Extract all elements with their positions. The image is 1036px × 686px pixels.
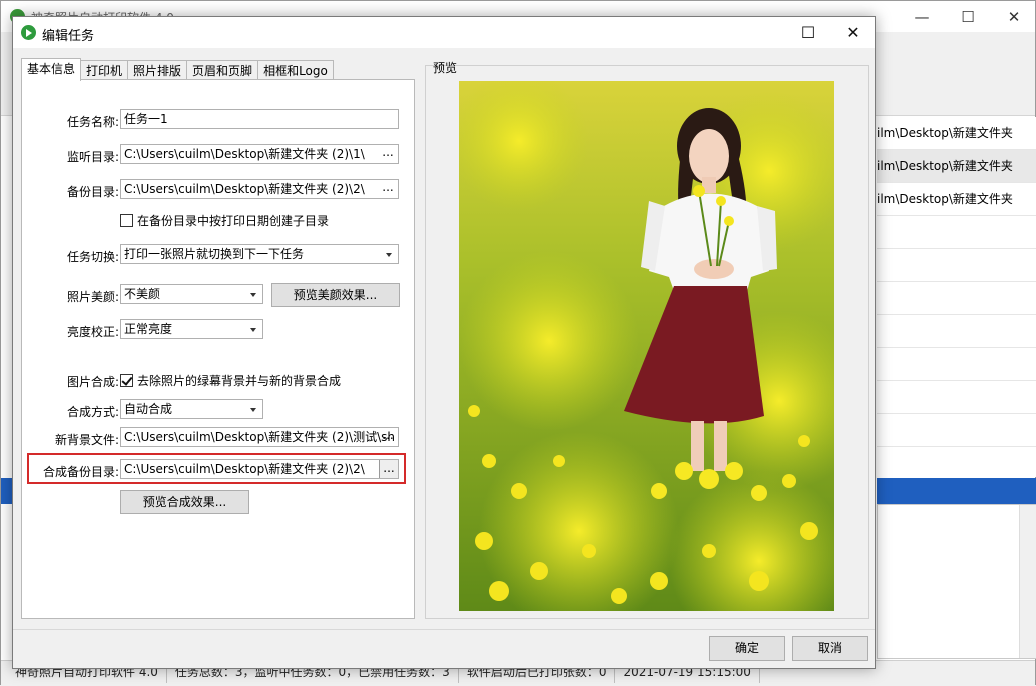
beauty-value: 不美颜 bbox=[124, 287, 161, 301]
task-row-empty bbox=[877, 414, 1036, 447]
beauty-select[interactable]: 不美颜 bbox=[120, 284, 263, 304]
log-scrollbar[interactable] bbox=[1019, 505, 1036, 658]
composite-checkbox-box[interactable] bbox=[120, 374, 133, 387]
new-bg-input[interactable]: C:\Users\cuilm\Desktop\新建文件夹 (2)\测试\sh .… bbox=[120, 427, 399, 447]
composite-checkbox[interactable]: 去除照片的绿幕背景并与新的背景合成 bbox=[120, 372, 341, 389]
task-row[interactable]: ilm\Desktop\新建文件夹 bbox=[877, 117, 1036, 150]
log-panel-header bbox=[877, 478, 1036, 504]
watch-dir-input[interactable]: C:\Users\cuilm\Desktop\新建文件夹 (2)\1\ ... bbox=[120, 144, 399, 164]
new-bg-label: 新背景文件: bbox=[54, 433, 119, 447]
footer-divider bbox=[13, 629, 875, 630]
task-row[interactable]: ilm\Desktop\新建文件夹 bbox=[877, 150, 1036, 183]
backup-dir-value: C:\Users\cuilm\Desktop\新建文件夹 (2)\2\ bbox=[124, 182, 365, 196]
task-row-empty bbox=[877, 348, 1036, 381]
backup-dir-input[interactable]: C:\Users\cuilm\Desktop\新建文件夹 (2)\2\ ... bbox=[120, 179, 399, 199]
task-row-empty bbox=[877, 381, 1036, 414]
backup-dir-browse-button[interactable]: ... bbox=[378, 180, 398, 198]
task-row-empty bbox=[877, 282, 1036, 315]
brightness-label: 亮度校正: bbox=[66, 325, 119, 339]
tab-bar: 基本信息 打印机 照片排版 页眉和页脚 相框和Logo bbox=[21, 58, 334, 81]
task-switch-value: 打印一张照片就切换到下一下任务 bbox=[124, 247, 305, 261]
backup-dir-label: 备份目录: bbox=[66, 185, 119, 199]
chevron-down-icon bbox=[386, 253, 392, 257]
new-bg-browse-button[interactable]: ... bbox=[378, 428, 398, 446]
brightness-value: 正常亮度 bbox=[124, 322, 173, 336]
task-row-empty bbox=[877, 249, 1036, 282]
task-name-input[interactable]: 任务一1 bbox=[120, 109, 399, 129]
task-row[interactable]: ilm\Desktop\新建文件夹 bbox=[877, 183, 1036, 216]
cancel-button[interactable]: 取消 bbox=[792, 636, 868, 661]
log-panel[interactable] bbox=[877, 504, 1036, 659]
chevron-down-icon bbox=[250, 293, 256, 297]
minimize-icon[interactable]: — bbox=[899, 1, 945, 32]
beauty-preview-button[interactable]: 预览美颜效果... bbox=[271, 283, 400, 307]
dialog-titlebar: 编辑任务 ☐ ✕ bbox=[13, 17, 875, 48]
beauty-label: 照片美颜: bbox=[66, 290, 119, 304]
preview-photo-image bbox=[459, 81, 834, 611]
tab-basic-info[interactable]: 基本信息 bbox=[21, 58, 82, 81]
dialog-title: 编辑任务 bbox=[42, 29, 95, 44]
composite-mode-value: 自动合成 bbox=[124, 402, 173, 416]
tab-printer[interactable]: 打印机 bbox=[80, 60, 129, 81]
close-icon[interactable]: ✕ bbox=[991, 1, 1036, 32]
date-subdir-checkbox[interactable]: 在备份目录中按打印日期创建子目录 bbox=[120, 212, 329, 229]
watch-dir-browse-button[interactable]: ... bbox=[378, 145, 398, 163]
task-switch-select[interactable]: 打印一张照片就切换到下一下任务 bbox=[120, 244, 399, 264]
watch-dir-value: C:\Users\cuilm\Desktop\新建文件夹 (2)\1\ bbox=[124, 147, 365, 161]
close-icon[interactable]: ✕ bbox=[830, 17, 876, 48]
ok-button[interactable]: 确定 bbox=[709, 636, 785, 661]
composite-checkbox-label: 去除照片的绿幕背景并与新的背景合成 bbox=[137, 374, 342, 388]
new-bg-value: C:\Users\cuilm\Desktop\新建文件夹 (2)\测试\sh bbox=[124, 430, 396, 444]
composite-mode-select[interactable]: 自动合成 bbox=[120, 399, 263, 419]
composite-preview-button[interactable]: 预览合成效果... bbox=[120, 490, 249, 514]
tab-photo-layout[interactable]: 照片排版 bbox=[127, 60, 188, 81]
basic-info-panel: 任务名称: 任务一1 监听目录: C:\Users\cuilm\Desktop\… bbox=[21, 79, 415, 619]
chevron-down-icon bbox=[250, 408, 256, 412]
task-row-empty bbox=[877, 315, 1036, 348]
composite-mode-label: 合成方式: bbox=[66, 405, 119, 419]
date-subdir-checkbox-box[interactable] bbox=[120, 214, 133, 227]
watch-dir-label: 监听目录: bbox=[66, 150, 119, 164]
highlight-box bbox=[27, 453, 406, 484]
date-subdir-checkbox-label: 在备份目录中按打印日期创建子目录 bbox=[137, 214, 330, 228]
preview-label: 预览 bbox=[433, 61, 458, 75]
chevron-down-icon bbox=[250, 328, 256, 332]
task-switch-label: 任务切换: bbox=[66, 250, 119, 264]
maximize-icon[interactable]: ☐ bbox=[785, 17, 831, 48]
preview-photo bbox=[459, 81, 834, 611]
brightness-select[interactable]: 正常亮度 bbox=[120, 319, 263, 339]
app-logo-icon bbox=[21, 25, 36, 40]
tab-frame-logo[interactable]: 相框和Logo bbox=[257, 60, 334, 81]
task-list[interactable]: ilm\Desktop\新建文件夹 ilm\Desktop\新建文件夹 ilm\… bbox=[877, 117, 1036, 477]
tab-header-footer[interactable]: 页眉和页脚 bbox=[186, 60, 259, 81]
task-row-empty bbox=[877, 216, 1036, 249]
edit-task-dialog: 编辑任务 ☐ ✕ 基本信息 打印机 照片排版 页眉和页脚 相框和Logo 任务名… bbox=[12, 16, 876, 669]
composite-label: 图片合成: bbox=[66, 375, 119, 389]
maximize-icon[interactable]: ☐ bbox=[945, 1, 991, 32]
task-name-label: 任务名称: bbox=[66, 115, 119, 129]
